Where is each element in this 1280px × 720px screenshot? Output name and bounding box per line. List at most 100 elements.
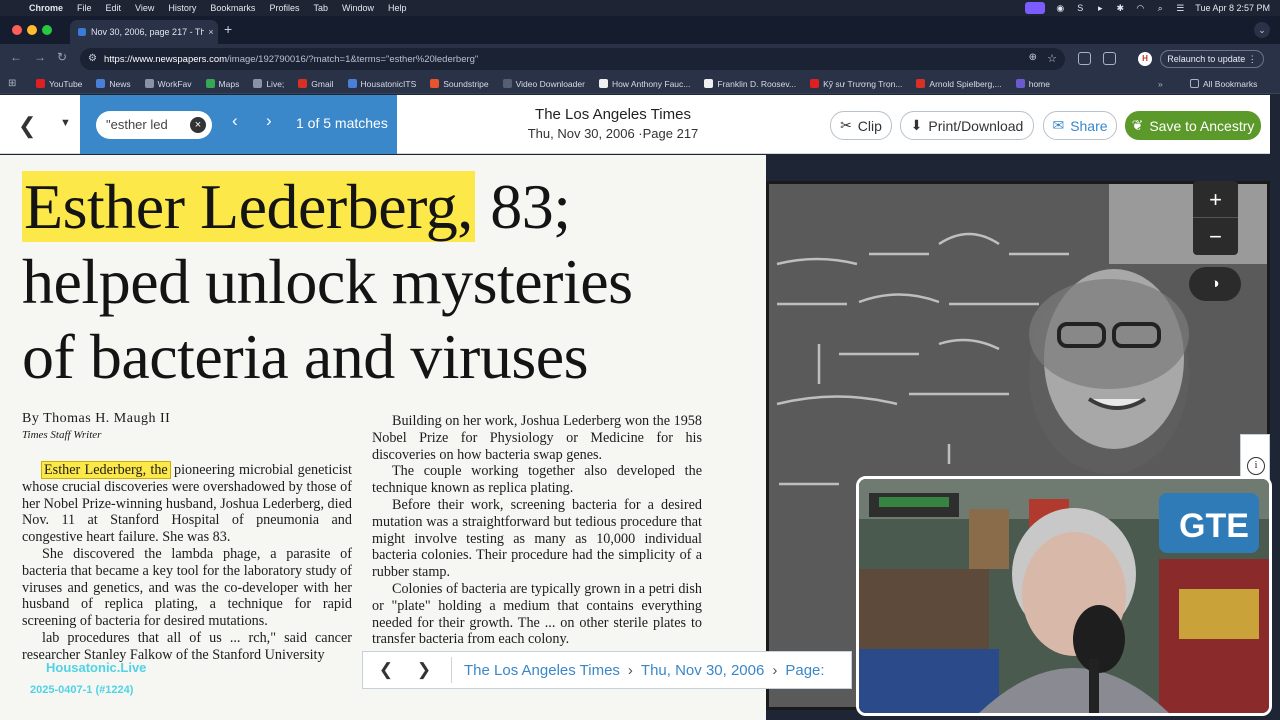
menu-tab[interactable]: Tab <box>306 3 335 13</box>
viewer-menu-dropdown-icon[interactable]: ▼ <box>60 117 71 129</box>
browser-tab-active[interactable]: Nov 30, 2006, page 217 - Th × <box>70 20 218 44</box>
window-minimize-button[interactable] <box>27 25 37 35</box>
bookmark-item[interactable]: How Anthony Fauc... <box>598 78 691 89</box>
menu-file[interactable]: File <box>70 3 99 13</box>
article-staff-line: Times Staff Writer <box>22 429 102 441</box>
all-bookmarks-button[interactable]: All Bookmarks <box>1190 79 1257 89</box>
bookmark-favicon-icon <box>298 79 308 88</box>
bookmarks-bar: ⊞ YouTube News WorkFav Maps Live; Gmail Housat… <box>0 74 1280 94</box>
bookmarks-overflow-chevron[interactable]: » <box>1158 79 1163 89</box>
previous-page-button[interactable]: ❮ <box>371 660 401 680</box>
status-icon[interactable]: ◉ <box>1055 3 1065 14</box>
newspaper-page-image[interactable]: Esther Lederberg, 83; helped unlock myst… <box>0 155 766 720</box>
site-info-icon[interactable]: ⚙ <box>88 53 97 64</box>
menu-profiles[interactable]: Profiles <box>262 3 306 13</box>
tab-search-chevron-icon[interactable]: ⌄ <box>1254 22 1270 38</box>
watermark-site: Housatonic.Live <box>46 660 147 675</box>
next-match-chevron-icon[interactable]: › <box>266 111 272 131</box>
menu-history[interactable]: History <box>161 3 203 13</box>
bluetooth-icon[interactable]: ✱ <box>1115 3 1125 14</box>
menu-bookmarks[interactable]: Bookmarks <box>203 3 262 13</box>
bookmark-item[interactable]: Gmail <box>298 79 334 89</box>
bookmark-item[interactable]: home <box>1015 78 1050 89</box>
spotlight-search-icon[interactable]: ⌕ <box>1155 3 1165 14</box>
address-bar[interactable]: ⚙ https://www.newspapers.com/image/19279… <box>80 48 1065 70</box>
clear-search-icon[interactable]: × <box>190 117 206 133</box>
headline-line2: helped unlock mysteries <box>22 246 633 317</box>
share-button[interactable]: ✉ Share <box>1043 111 1117 140</box>
new-tab-button[interactable]: + <box>224 21 232 37</box>
zoom-icon[interactable]: ⊕ <box>1029 52 1037 63</box>
zoom-controls: + − <box>1193 181 1238 255</box>
bookmark-item[interactable]: News <box>96 79 131 89</box>
bookmark-label: Maps <box>218 78 240 89</box>
s-app-icon[interactable]: S <box>1075 3 1085 13</box>
menubar-clock[interactable]: Tue Apr 8 2:57 PM <box>1195 3 1270 13</box>
apps-grid-icon[interactable]: ⊞ <box>8 78 22 89</box>
info-icon: i <box>1247 457 1265 475</box>
extensions-puzzle-icon[interactable] <box>1103 52 1116 65</box>
bookmark-favicon-icon <box>810 79 820 88</box>
previous-match-chevron-icon[interactable]: ‹ <box>232 111 238 131</box>
wifi-icon[interactable]: ◠ <box>1135 3 1145 14</box>
bookmark-label: How Anthony Fauc... <box>611 78 691 89</box>
screen-record-icon[interactable] <box>1025 2 1046 14</box>
tab-title: Nov 30, 2006, page 217 - Th <box>91 27 204 37</box>
bookmark-item[interactable]: Soundstripe <box>430 79 489 89</box>
match-search-input[interactable]: "esther led × <box>96 111 212 139</box>
window-close-button[interactable] <box>12 25 22 35</box>
bookmark-item[interactable]: HousatonicITS <box>347 79 416 89</box>
menu-help[interactable]: Help <box>381 3 414 13</box>
webcam-presenter-image: GTE <box>859 479 1269 713</box>
page-navigation-bar: ❮ ❯ The Los Angeles Times › Thu, Nov 30,… <box>362 651 852 689</box>
browser-tab-strip: Nov 30, 2006, page 217 - Th × + ⌄ <box>0 16 1280 44</box>
menu-edit[interactable]: Edit <box>99 3 129 13</box>
bookmark-star-icon[interactable]: ☆ <box>1047 52 1057 65</box>
zoom-in-button[interactable]: + <box>1193 181 1238 218</box>
watermark-episode: 2025-0407-1 (#1224) <box>30 684 134 696</box>
forward-arrow-icon[interactable]: → <box>34 50 46 64</box>
print-download-button[interactable]: ⬇ Print/Download <box>900 111 1034 140</box>
bookmark-item[interactable]: Franklin D. Roosev... <box>704 79 796 89</box>
article-headline: Esther Lederberg, 83; helped unlock myst… <box>22 169 633 394</box>
match-count: 1 of 5 matches <box>296 115 388 131</box>
bookmark-item[interactable]: Live; <box>253 79 284 89</box>
ancestry-leaf-icon: ❦ <box>1131 117 1144 133</box>
window-zoom-button[interactable] <box>42 25 52 35</box>
newspapers-favicon-icon <box>78 28 86 36</box>
bookmark-item[interactable]: WorkFav <box>144 79 192 89</box>
col2-paragraph-3: Before their work, screening bacteria fo… <box>372 496 702 581</box>
breadcrumb-page[interactable]: Page: <box>785 662 824 679</box>
bookmark-item[interactable]: Kỹ sư Trương Trọn... <box>810 79 902 89</box>
clip-button[interactable]: ✂ Clip <box>830 111 892 140</box>
bookmark-item[interactable]: Arnold Spielberg,... <box>916 79 1002 89</box>
save-to-ancestry-button[interactable]: ❦ Save to Ancestry <box>1125 111 1261 140</box>
breadcrumb-publication[interactable]: The Los Angeles Times <box>464 662 620 679</box>
bookmark-label: home <box>1028 78 1050 89</box>
zoom-out-button[interactable]: − <box>1193 218 1238 255</box>
back-arrow-icon[interactable]: ← <box>10 50 22 64</box>
contrast-toggle-button[interactable]: ◑ <box>1189 267 1241 301</box>
profile-avatar[interactable]: H <box>1138 52 1152 66</box>
control-center-icon[interactable]: ☰ <box>1175 3 1185 14</box>
breadcrumb-date[interactable]: Thu, Nov 30, 2006 <box>641 662 764 679</box>
extension-icon[interactable] <box>1078 52 1091 65</box>
play-icon[interactable]: ▸ <box>1095 3 1105 14</box>
menu-view[interactable]: View <box>128 3 161 13</box>
bookmark-favicon-icon <box>598 79 608 88</box>
tab-close-icon[interactable]: × <box>204 27 218 37</box>
viewer-back-chevron-icon[interactable]: ❮ <box>18 113 36 139</box>
reload-icon[interactable]: ↻ <box>57 50 67 64</box>
bookmark-item[interactable]: YouTube <box>36 79 82 89</box>
save-to-ancestry-label: Save to Ancestry <box>1149 117 1255 134</box>
article-byline: By Thomas H. Maugh II <box>22 411 171 426</box>
relaunch-to-update-button[interactable]: Relaunch to update ⋮ <box>1160 50 1264 68</box>
bookmark-item[interactable]: Video Downloader <box>502 79 585 89</box>
bookmark-item[interactable]: Maps <box>205 78 240 89</box>
svg-text:GTE: GTE <box>1179 507 1249 545</box>
menu-app-chrome[interactable]: Chrome <box>22 3 70 13</box>
menu-window[interactable]: Window <box>335 3 381 13</box>
kebab-menu-icon: ⋮ <box>1245 53 1257 64</box>
publication-date-page: Thu, Nov 30, 2006 ·Page 217 <box>527 126 699 141</box>
next-page-button[interactable]: ❯ <box>409 660 439 680</box>
